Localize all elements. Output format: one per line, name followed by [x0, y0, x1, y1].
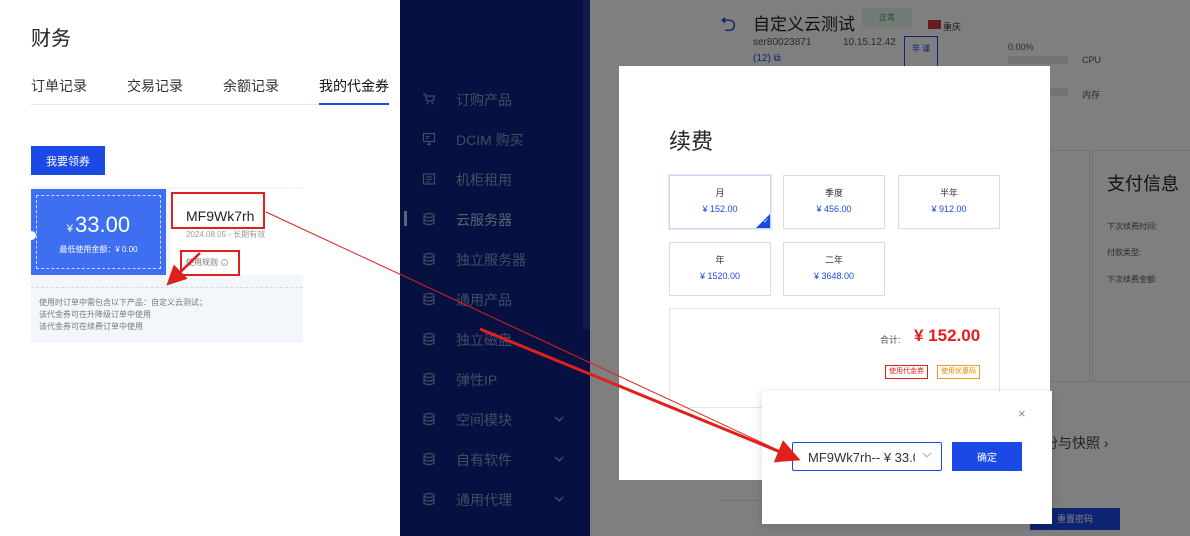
annotation-box-rules — [180, 250, 240, 276]
coupon-amount: ¥33.00 — [66, 212, 131, 237]
tab-my-coupons[interactable]: 我的代金券 — [319, 76, 389, 105]
plan-year[interactable]: 年 ¥ 1520.00 — [669, 242, 771, 296]
close-icon[interactable]: × — [1018, 406, 1026, 421]
coupon-value-panel: ¥33.00 最低使用金额：¥ 0.00 — [27, 189, 166, 275]
check-icon — [756, 214, 770, 228]
coupon-select[interactable]: MF9Wk7rh-- ¥ 33.00 — [792, 442, 942, 471]
coupon-notes: 使用时订单中需包含以下产品：自定义云测试； 该代金券可在升降级订单中使用 该代金… — [39, 298, 207, 331]
plan-two-year[interactable]: 二年 ¥ 3648.00 — [783, 242, 885, 296]
chevron-down-icon — [921, 448, 933, 466]
tab-order-records[interactable]: 订单记录 — [31, 76, 87, 96]
annotation-box-code — [171, 192, 265, 229]
coupon-select-popup: × MF9Wk7rh-- ¥ 33.00 确定 — [762, 391, 1052, 524]
page-title: 财务 — [31, 28, 71, 50]
modal-title: 续费 — [669, 129, 714, 154]
total-value: ¥ 152.00 — [914, 326, 981, 345]
use-coupon-button[interactable]: 使用代金券 — [885, 365, 928, 379]
finance-tabs: 订单记录 交易记录 余额记录 我的代金券 — [31, 74, 389, 105]
finance-panel: 财务 订单记录 交易记录 余额记录 我的代金券 我要领券 ¥33.00 最低使用… — [0, 0, 400, 536]
plan-half-year[interactable]: 半年 ¥ 912.00 — [898, 175, 1000, 229]
coupon-validity: 2024.08.05 - 长期有效 — [186, 230, 266, 239]
plan-quarter[interactable]: 季度 ¥ 456.00 — [783, 175, 885, 229]
claim-coupon-button[interactable]: 我要领券 — [31, 146, 105, 175]
tab-balance-records[interactable]: 余额记录 — [223, 76, 279, 96]
use-promo-button[interactable]: 使用优惠码 — [937, 365, 980, 379]
coupon-min-use: 最低使用金额：¥ 0.00 — [59, 245, 138, 254]
total-label: 合计: — [880, 335, 901, 345]
tab-transaction-records[interactable]: 交易记录 — [127, 76, 183, 96]
confirm-button[interactable]: 确定 — [952, 442, 1022, 471]
plan-month[interactable]: 月 ¥ 152.00 — [669, 175, 771, 229]
coupon-select-value: MF9Wk7rh-- ¥ 33.00 — [808, 450, 915, 465]
